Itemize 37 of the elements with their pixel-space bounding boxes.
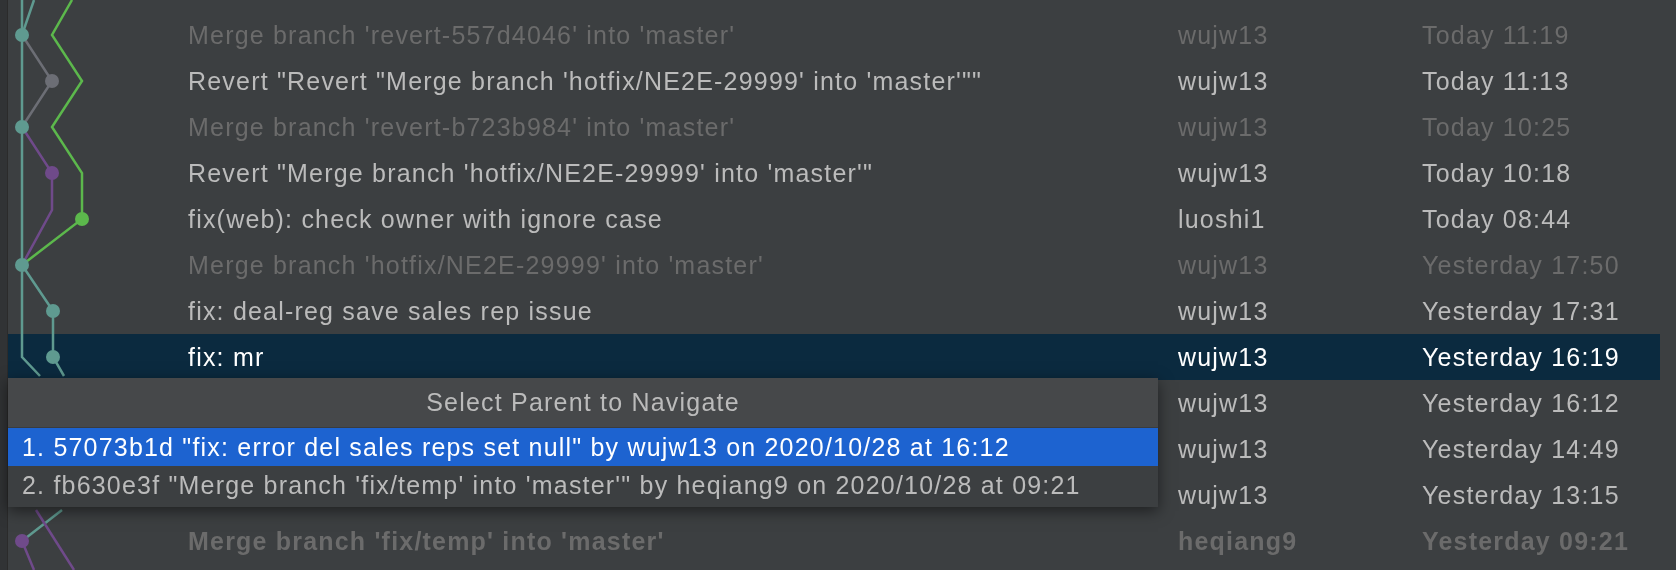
commit-dot xyxy=(46,304,60,318)
author-name: wujw13 xyxy=(1178,434,1270,464)
commit-dot xyxy=(46,350,60,364)
commit-date: Yesterday 16:19 xyxy=(1422,342,1621,372)
author-name: wujw13 xyxy=(1178,66,1270,96)
commit-date: Yesterday 13:15 xyxy=(1422,480,1621,510)
commit-row[interactable]: fix: deal-reg save sales rep issue wujw13 Yesterday 17:31 xyxy=(8,288,1660,334)
author-name: wujw13 xyxy=(1178,296,1270,326)
author-name: luoshi1 xyxy=(1178,204,1267,234)
author-name: wujw13 xyxy=(1178,480,1270,510)
author-name: wujw13 xyxy=(1178,158,1270,188)
commit-message: fix: mr xyxy=(188,342,266,372)
commit-date: Today 11:13 xyxy=(1422,66,1571,96)
parent-option[interactable]: 1. 57073b1d "fix: error del sales reps set null" by wujw13 on 2020/10/28 at 16:12 xyxy=(8,428,1158,466)
commit-date: Today 08:44 xyxy=(1422,204,1573,234)
popup-title: Select Parent to Navigate xyxy=(426,388,740,417)
commit-dot xyxy=(75,212,89,226)
commit-row[interactable]: fix: mr wujw13 Yesterday 16:19 xyxy=(8,334,1660,380)
commit-dot xyxy=(15,258,29,272)
commit-row[interactable]: fix(web): check owner with ignore case luoshi1 Today 08:44 xyxy=(8,196,1660,242)
author-name: wujw13 xyxy=(1178,388,1270,418)
commit-date: Yesterday 16:12 xyxy=(1422,388,1621,418)
commit-dot xyxy=(15,28,29,42)
commit-dot xyxy=(15,120,29,134)
commit-row[interactable]: Revert "Revert "Merge branch 'hotfix/NE2E-29999' into 'master'"" wujw13 Today 11:13 xyxy=(8,58,1660,104)
commit-message: fix: deal-reg save sales rep issue xyxy=(188,296,594,326)
author-name: wujw13 xyxy=(1178,342,1270,372)
commit-message: Revert "Merge branch 'hotfix/NE2E-29999' into 'master'" xyxy=(188,158,875,188)
commit-dot xyxy=(45,74,59,88)
commit-date: Yesterday 17:31 xyxy=(1422,296,1621,326)
commit-date: Today 10:18 xyxy=(1422,158,1573,188)
commit-dot xyxy=(15,534,29,548)
commit-dot xyxy=(45,166,59,180)
commit-message: fix(web): check owner with ignore case xyxy=(188,204,664,234)
commit-row[interactable]: Revert "Merge branch 'hotfix/NE2E-29999' into 'master'" wujw13 Today 10:18 xyxy=(8,150,1660,196)
commit-message: Revert "Revert "Merge branch 'hotfix/NE2E-29999' into 'master'"" xyxy=(188,66,984,96)
commit-date: Yesterday 14:49 xyxy=(1422,434,1621,464)
